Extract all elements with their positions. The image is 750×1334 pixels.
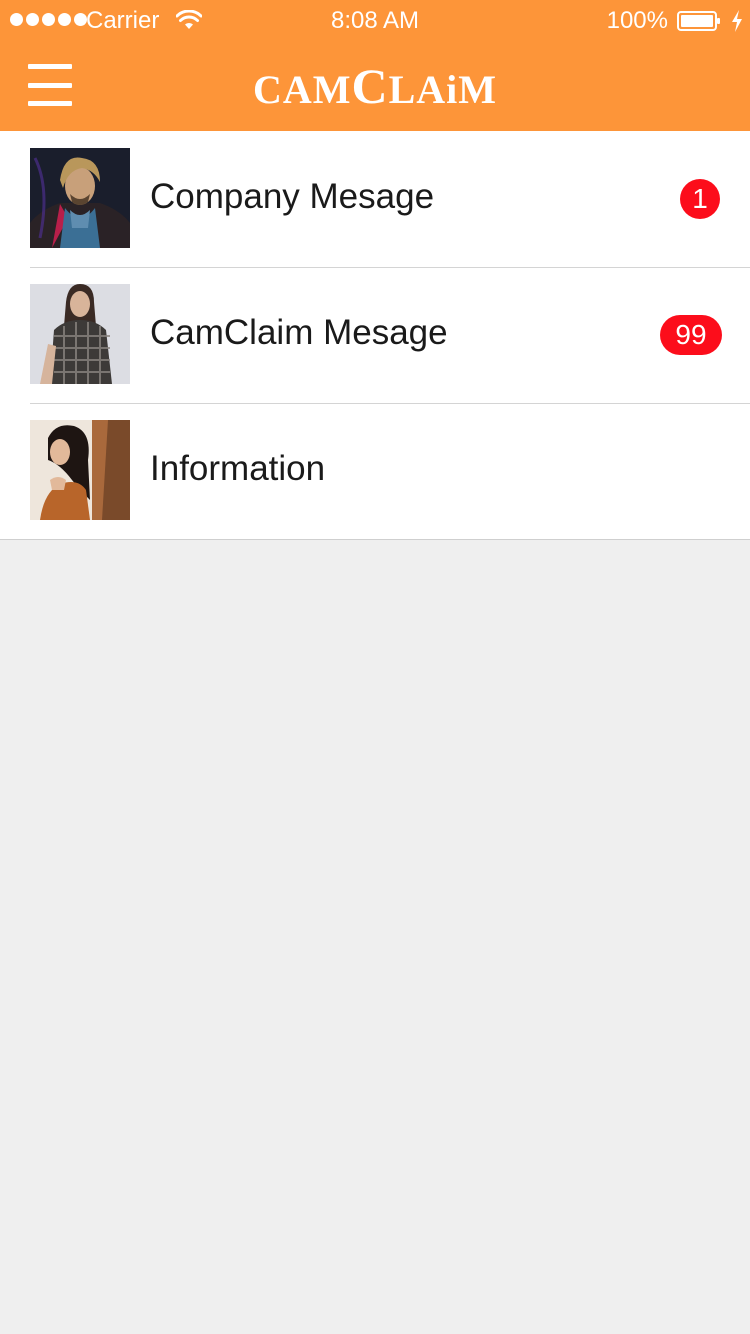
list-item-label: CamClaim Mesage — [150, 313, 448, 352]
battery-percentage: 100% — [606, 7, 668, 34]
charging-bolt-icon — [732, 10, 742, 32]
app-screen: Carrier 8:08 AM 100% CAMCLAiM Company Me… — [0, 0, 750, 1334]
list-item-information[interactable]: Information — [0, 403, 750, 539]
message-list: Company Mesage 1 CamClaim Mesage 99 Info… — [0, 131, 750, 540]
navigation-bar: CAMCLAiM — [0, 40, 750, 131]
list-item-label: Company Mesage — [150, 177, 435, 216]
header: Carrier 8:08 AM 100% CAMCLAiM — [0, 0, 750, 131]
avatar — [30, 420, 130, 520]
status-bar: Carrier 8:08 AM 100% — [0, 0, 750, 40]
list-item-camclaim-message[interactable]: CamClaim Mesage 99 — [0, 267, 750, 403]
avatar — [30, 284, 130, 384]
battery-icon — [677, 11, 720, 31]
unread-count-badge: 1 — [680, 179, 720, 219]
unread-count-badge: 99 — [660, 315, 722, 355]
list-item-label: Information — [150, 449, 326, 488]
avatar — [30, 148, 130, 248]
app-logo: CAMCLAiM — [252, 58, 498, 114]
list-item-company-message[interactable]: Company Mesage 1 — [0, 131, 750, 267]
